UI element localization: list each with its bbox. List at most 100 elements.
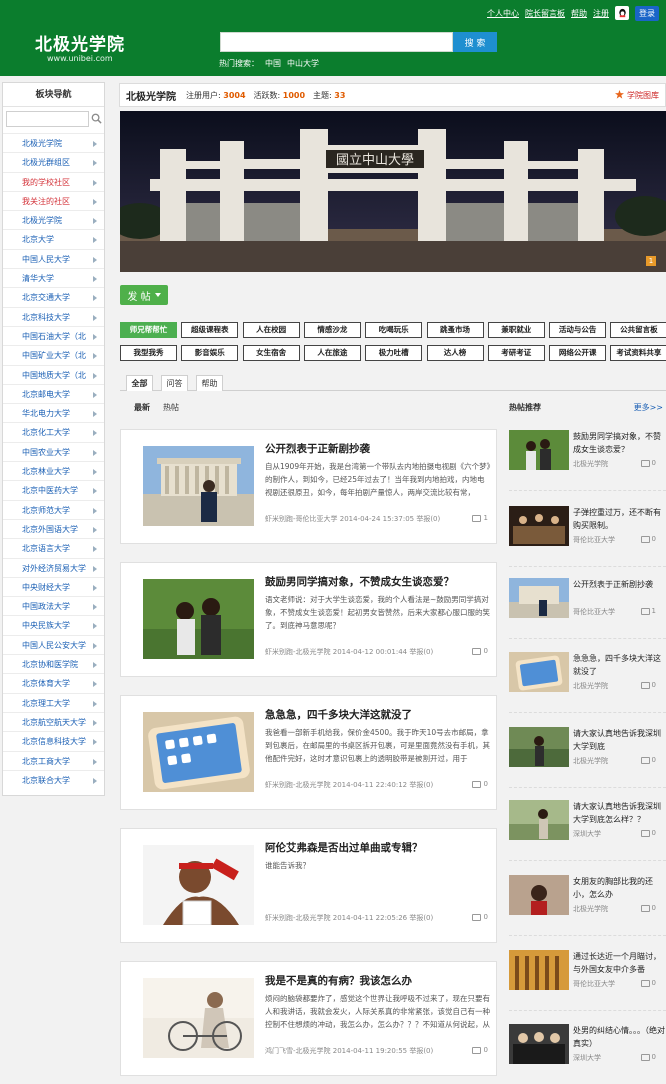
sidebar-item[interactable]: 对外经济贸易大学: [3, 557, 104, 577]
comment-count[interactable]: 0: [640, 459, 656, 467]
help-link[interactable]: 帮助: [571, 8, 587, 19]
hot-post-item[interactable]: 鼓励男同学搞对象，不赞成女生谈恋爱？ 北极光学院 0: [509, 430, 666, 472]
hot-post-title[interactable]: 通过长达近一个月瞄讨，与外国女友中介多番: [573, 950, 666, 976]
sidebar-item[interactable]: 中国地质大学（北: [3, 364, 104, 384]
hot-post-item[interactable]: 通过长达近一个月瞄讨，与外国女友中介多番 哥伦比亚大学 0: [509, 950, 666, 992]
hot-post-title[interactable]: 请大家认真地告诉我深圳大学到底怎么样？？: [573, 800, 666, 826]
sidebar-item[interactable]: 中国石油大学（北: [3, 325, 104, 345]
sidebar-item[interactable]: 北京协和医学院: [3, 654, 104, 673]
hot-post-item[interactable]: 公开烈表于正新剧抄袭 哥伦比亚大学 1: [509, 578, 666, 620]
post-card[interactable]: 急急急，四千多块大洋这就没了 我爸看一部新手机给我，保价金4500。我于昨天10号…: [120, 695, 497, 810]
hot-post-thumbnail[interactable]: [509, 430, 569, 470]
sidebar-search-input[interactable]: [6, 111, 89, 127]
sidebar-item[interactable]: 中国矿业大学（北: [3, 345, 104, 364]
hot-post-item[interactable]: 女朋友的胸部比我的还小，怎么办 北极光学院 0: [509, 875, 666, 917]
comment-count[interactable]: 0: [640, 904, 656, 912]
post-thumbnail[interactable]: [143, 845, 254, 925]
personal-center-link[interactable]: 个人中心: [487, 8, 519, 19]
tab-all[interactable]: 全部: [126, 375, 153, 391]
post-title[interactable]: 鼓励男同学搞对象，不赞成女生谈恋爱？: [265, 574, 490, 589]
hot-post-thumbnail[interactable]: [509, 950, 569, 990]
hot-post-title[interactable]: 处男的纠结心情。。。（绝对真实）: [573, 1024, 666, 1050]
post-title[interactable]: 公开烈表于正新剧抄袭: [265, 441, 490, 456]
category-button[interactable]: 影音娱乐: [181, 345, 239, 361]
category-button[interactable]: 公共留言板: [610, 322, 666, 338]
category-button[interactable]: 极力吐槽: [365, 345, 423, 361]
category-button[interactable]: 人在旅途: [303, 345, 361, 361]
sidebar-item[interactable]: 北极光群组区: [3, 152, 104, 171]
sidebar-item[interactable]: 北京联合大学: [3, 769, 104, 789]
sidebar-item[interactable]: 北京科技大学: [3, 306, 104, 326]
category-button[interactable]: 考试资料共享: [610, 345, 666, 361]
post-thumbnail[interactable]: [143, 579, 254, 659]
category-button[interactable]: 跳蚤市场: [426, 322, 484, 338]
hot-search-term[interactable]: 中国: [265, 58, 281, 69]
category-button[interactable]: 网络公开课: [549, 345, 607, 361]
comment-count[interactable]: 0: [640, 756, 656, 764]
comment-count[interactable]: 0: [640, 1053, 656, 1061]
search-input[interactable]: [220, 32, 453, 52]
post-card[interactable]: 我是不是真的有病？我该怎么办 烦闷的脑袋都要炸了，感觉这个世界让我呼吸不过来了，现…: [120, 961, 497, 1076]
sidebar-item[interactable]: 北京理工大学: [3, 692, 104, 712]
latest-filter[interactable]: 最新: [134, 402, 150, 413]
post-card[interactable]: 公开烈表于正新剧抄袭 自从1909年开始，我是台湾第一个带队去内地拍摄电视剧《六个…: [120, 429, 497, 544]
sidebar-item[interactable]: 北京体育大学: [3, 673, 104, 692]
sidebar-item[interactable]: 北极光学院: [3, 133, 104, 152]
hot-post-item[interactable]: 子弹控重过万，还不断有购买限制。 哥伦比亚大学 0: [509, 506, 666, 548]
album-link[interactable]: 学院图库: [615, 90, 659, 101]
sidebar-item[interactable]: 北京交通大学: [3, 287, 104, 306]
hot-post-title[interactable]: 急急急，四千多块大洋这就没了: [573, 652, 666, 678]
sidebar-item[interactable]: 北京信息科技大学: [3, 731, 104, 750]
post-title[interactable]: 急急急，四千多块大洋这就没了: [265, 707, 490, 722]
sidebar-item[interactable]: 北京语言大学: [3, 538, 104, 557]
comment-count[interactable]: 0: [640, 681, 656, 689]
sidebar-item[interactable]: 中央民族大学: [3, 615, 104, 634]
banner-page-indicator[interactable]: 1: [646, 256, 656, 266]
category-button[interactable]: 考研考证: [487, 345, 545, 361]
hot-post-item[interactable]: 处男的纠结心情。。。（绝对真实） 深圳大学 0: [509, 1024, 666, 1066]
hot-post-thumbnail[interactable]: [509, 506, 569, 546]
post-title[interactable]: 阿伦艾弗森是否出过单曲或专辑？: [265, 840, 490, 855]
hot-post-thumbnail[interactable]: [509, 875, 569, 915]
hot-post-item[interactable]: 请大家认真地告诉我深圳大学到底 北极光学院 0: [509, 727, 666, 769]
category-button[interactable]: 女生宿舍: [242, 345, 300, 361]
hot-post-item[interactable]: 请大家认真地告诉我深圳大学到底怎么样？？ 深圳大学 0: [509, 800, 666, 842]
hot-post-title[interactable]: 请大家认真地告诉我深圳大学到底: [573, 727, 666, 753]
post-thumbnail[interactable]: [143, 978, 254, 1058]
site-logo[interactable]: 北极光学院: [35, 30, 125, 55]
comment-count[interactable]: 1: [640, 607, 656, 615]
sidebar-item[interactable]: 中国人民大学: [3, 248, 104, 268]
category-button[interactable]: 我型我秀: [120, 345, 177, 361]
more-link[interactable]: 更多>>: [634, 402, 663, 413]
hot-post-thumbnail[interactable]: [509, 578, 569, 618]
search-button[interactable]: 搜 索: [453, 32, 497, 52]
comment-count[interactable]: 1: [471, 514, 488, 522]
sidebar-item[interactable]: 北京航空航天大学: [3, 711, 104, 731]
category-button[interactable]: 情感沙龙: [303, 322, 361, 338]
comment-count[interactable]: 0: [471, 647, 488, 655]
dean-message-board-link[interactable]: 院长留言板: [525, 8, 565, 19]
hot-post-title[interactable]: 公开烈表于正新剧抄袭: [573, 578, 666, 591]
hot-post-thumbnail[interactable]: [509, 727, 569, 767]
category-button[interactable]: 吃喝玩乐: [365, 322, 423, 338]
sidebar-item[interactable]: 清华大学: [3, 268, 104, 287]
sidebar-item[interactable]: 中国政法大学: [3, 596, 104, 615]
post-title[interactable]: 我是不是真的有病？我该怎么办: [265, 973, 490, 988]
comment-count[interactable]: 0: [471, 913, 488, 921]
category-button[interactable]: 活动与公告: [549, 322, 607, 338]
sidebar-item[interactable]: 华北电力大学: [3, 403, 104, 422]
sidebar-item[interactable]: 北京大学: [3, 229, 104, 248]
category-button[interactable]: 兼职就业: [487, 322, 545, 338]
tab-help[interactable]: 帮助: [196, 375, 223, 391]
sidebar-item[interactable]: 北京邮电大学: [3, 383, 104, 403]
sidebar-item[interactable]: 北京化工大学: [3, 422, 104, 441]
sidebar-item[interactable]: 北京师范大学: [3, 499, 104, 519]
comment-count[interactable]: 0: [471, 780, 488, 788]
sidebar-item[interactable]: 中国农业大学: [3, 441, 104, 461]
comment-count[interactable]: 0: [640, 535, 656, 543]
hot-post-title[interactable]: 子弹控重过万，还不断有购买限制。: [573, 506, 666, 532]
category-button[interactable]: 人在校园: [242, 322, 300, 338]
comment-count[interactable]: 0: [640, 979, 656, 987]
sidebar-item[interactable]: 北京林业大学: [3, 461, 104, 480]
sidebar-item[interactable]: 北极光学院: [3, 210, 104, 229]
